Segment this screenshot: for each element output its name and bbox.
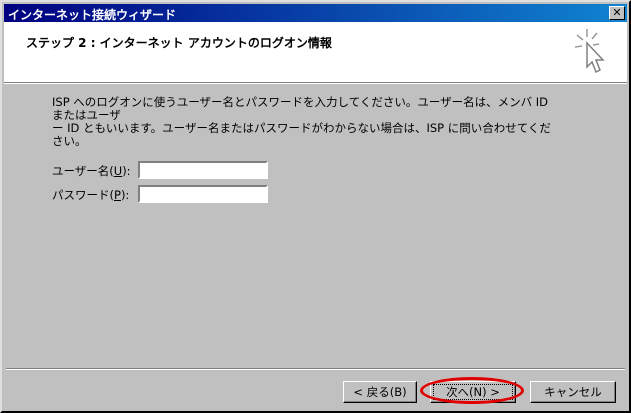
next-button[interactable]: 次へ(N) > — [430, 381, 516, 403]
password-label: パスワード(P): — [52, 188, 130, 202]
separator — [6, 368, 625, 370]
title-bar[interactable]: インターネット接続ウィザード ✕ — [4, 4, 627, 22]
username-label: ユーザー名(U): — [52, 164, 131, 178]
close-button[interactable]: ✕ — [609, 6, 625, 20]
header-panel: ステップ 2 : インターネット アカウントのログオン情報 — [4, 22, 627, 84]
instruction-line-2: ー ID ともいいます。ユーザー名またはパスワードがわからない場合は、ISP に… — [52, 121, 551, 148]
password-input[interactable] — [138, 185, 268, 203]
back-button[interactable]: < 戻る(B) — [343, 381, 417, 403]
instruction-text: ISP へのログオンに使うユーザー名とパスワードを入力してください。ユーザー名は… — [52, 96, 552, 148]
username-input[interactable] — [138, 161, 268, 179]
instruction-line-1: ISP へのログオンに使うユーザー名とパスワードを入力してください。ユーザー名は… — [52, 95, 549, 122]
wizard-window: インターネット接続ウィザード ✕ ステップ 2 : インターネット アカウントの… — [0, 0, 631, 413]
cancel-button[interactable]: キャンセル — [530, 381, 616, 403]
step-title: ステップ 2 : インターネット アカウントのログオン情報 — [26, 36, 332, 50]
close-icon: ✕ — [612, 6, 622, 19]
window-title: インターネット接続ウィザード — [8, 8, 177, 22]
wizard-cursor-icon — [574, 29, 605, 74]
